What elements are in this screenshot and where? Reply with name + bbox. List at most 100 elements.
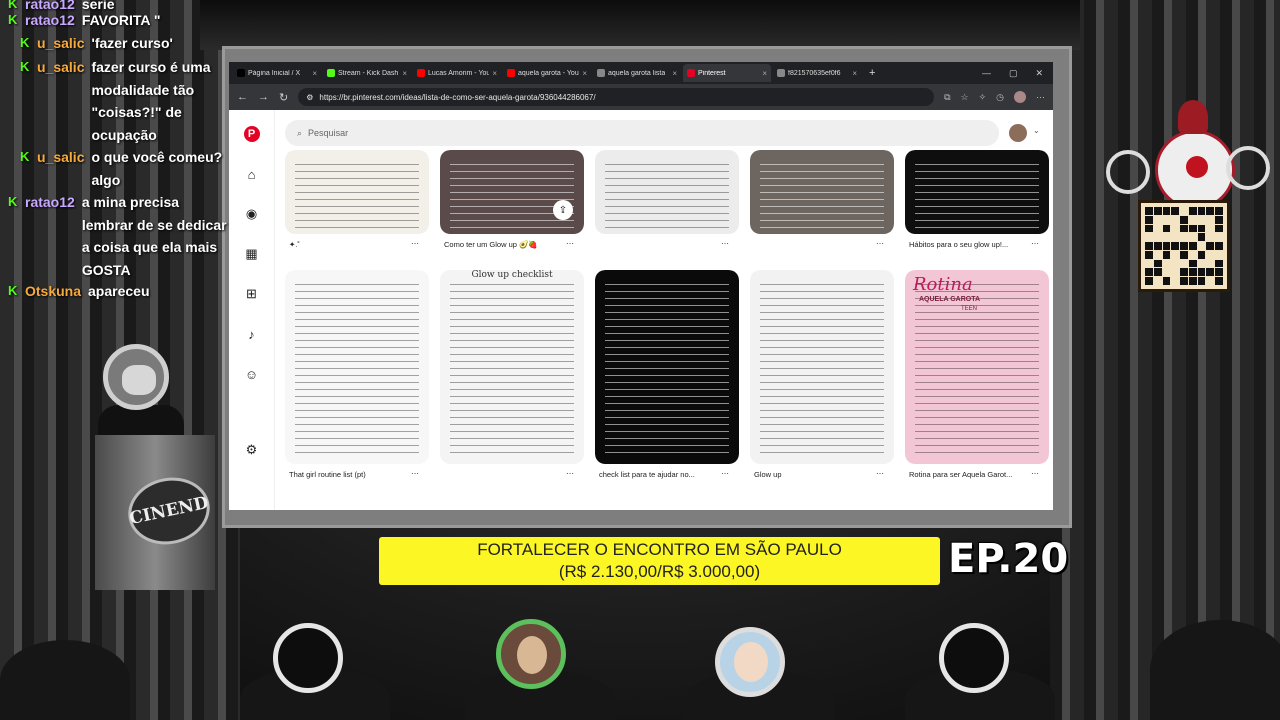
- home-icon[interactable]: ⌂: [244, 166, 260, 182]
- browser-tab[interactable]: f821570635ef0f6 ×: [773, 64, 861, 82]
- minimize-icon[interactable]: —: [982, 68, 991, 79]
- install-app-icon[interactable]: ⧉: [944, 92, 950, 103]
- maximize-icon[interactable]: ▢: [1009, 68, 1018, 79]
- address-bar: ← → ↻ ⚙ https://br.pinterest.com/ideas/l…: [229, 84, 1053, 110]
- pin-card[interactable]: [285, 270, 429, 464]
- pin-image[interactable]: [285, 270, 429, 464]
- search-input[interactable]: ⌕ Pesquisar: [285, 120, 999, 146]
- audience-silhouette: [1150, 620, 1280, 720]
- chat-username[interactable]: u_salic: [37, 32, 84, 55]
- pin-more-icon[interactable]: ⋯: [1031, 239, 1039, 248]
- pin-card[interactable]: [440, 150, 584, 234]
- search-icon: ⌕: [297, 127, 303, 138]
- pin-image[interactable]: [750, 150, 894, 234]
- pin-more-icon[interactable]: ⋯: [876, 239, 884, 248]
- viewer-seat: [496, 619, 566, 689]
- window-controls: — ▢ ✕: [982, 68, 1053, 79]
- pin-more-icon[interactable]: ⋯: [721, 239, 729, 248]
- pin-more-icon[interactable]: ⋯: [411, 239, 419, 248]
- pinterest-logo[interactable]: P: [243, 126, 260, 142]
- pin-card[interactable]: [905, 150, 1049, 234]
- pin-more-icon[interactable]: ⋯: [411, 469, 419, 478]
- pin-caption[interactable]: Como ter um Glow up 🥑🍓: [444, 240, 538, 249]
- pin-caption[interactable]: check list para te ajudar no...: [599, 470, 695, 479]
- pin-caption[interactable]: Hábitos para o seu glow up!...: [909, 240, 1008, 249]
- close-window-icon[interactable]: ✕: [1035, 68, 1043, 79]
- pin-caption[interactable]: Glow up: [754, 470, 782, 479]
- qr-code: [1138, 200, 1230, 292]
- chat-username[interactable]: u_salic: [37, 56, 84, 146]
- chat-username[interactable]: ratao12: [25, 191, 75, 281]
- url-field[interactable]: ⚙ https://br.pinterest.com/ideas/lista-d…: [298, 88, 935, 106]
- share-icon[interactable]: ⇪: [553, 200, 573, 220]
- close-tab-icon[interactable]: ×: [312, 69, 317, 78]
- forward-icon[interactable]: →: [258, 91, 269, 103]
- user-avatar[interactable]: [1009, 124, 1027, 142]
- settings-icon[interactable]: ⚙: [244, 442, 260, 458]
- close-tab-icon[interactable]: ×: [762, 69, 767, 78]
- pin-more-icon[interactable]: ⋯: [566, 469, 574, 478]
- browser-tab[interactable]: Página Inicial / X ×: [233, 64, 321, 82]
- pin-card[interactable]: Rotina AQUELA GAROTA TEEN: [905, 270, 1049, 464]
- tab-favicon-icon: [777, 69, 785, 77]
- chat-message: Ku_salic 'fazer curso': [20, 32, 240, 55]
- close-tab-icon[interactable]: ×: [582, 69, 587, 78]
- menu-icon[interactable]: ⋯: [1036, 92, 1045, 103]
- kick-badge-icon: K: [20, 59, 30, 74]
- chat-text: fazer curso é uma modalidade tão "coisas…: [91, 59, 211, 143]
- chat-username[interactable]: Otskuna: [25, 280, 81, 303]
- profile-avatar[interactable]: [1014, 91, 1026, 103]
- site-info-icon[interactable]: ⚙: [306, 93, 313, 102]
- pin-more-icon[interactable]: ⋯: [1031, 469, 1039, 478]
- boards-icon[interactable]: ▦: [244, 246, 260, 262]
- pin-more-icon[interactable]: ⋯: [566, 239, 574, 248]
- close-tab-icon[interactable]: ×: [492, 69, 497, 78]
- pin-image[interactable]: [595, 150, 739, 234]
- pin-image[interactable]: Rotina AQUELA GAROTA TEEN: [905, 270, 1049, 464]
- pin-more-icon[interactable]: ⋯: [721, 469, 729, 478]
- close-tab-icon[interactable]: ×: [852, 69, 857, 78]
- pin-more-icon[interactable]: ⋯: [876, 469, 884, 478]
- search-placeholder: Pesquisar: [308, 128, 349, 138]
- messages-icon[interactable]: ☺: [244, 366, 260, 382]
- chevron-down-icon[interactable]: ⌄: [1033, 126, 1040, 135]
- pin-card[interactable]: [595, 270, 739, 464]
- history-icon[interactable]: ◷: [996, 92, 1004, 103]
- pin-card[interactable]: [750, 270, 894, 464]
- notifications-icon[interactable]: ♪: [244, 326, 260, 342]
- close-tab-icon[interactable]: ×: [672, 69, 677, 78]
- chat-username[interactable]: u_salic: [37, 146, 84, 191]
- chat-username[interactable]: ratao12: [25, 9, 75, 32]
- browser-tab[interactable]: aquela garota - YouTube×: [503, 64, 591, 82]
- goal-title: FORTALECER O ENCONTRO EM SÃO PAULO: [477, 540, 842, 559]
- extensions-icon[interactable]: ✧: [979, 92, 987, 103]
- pin-card[interactable]: [750, 150, 894, 234]
- browser-tab[interactable]: aquela garota lista ×: [593, 64, 681, 82]
- new-tab-button[interactable]: +: [863, 67, 881, 79]
- pin-card[interactable]: [595, 150, 739, 234]
- create-icon[interactable]: ⊞: [244, 286, 260, 302]
- pin-image[interactable]: [440, 150, 584, 234]
- reload-icon[interactable]: ↻: [279, 91, 288, 104]
- tab-label: Stream - Kick Dash: [338, 69, 399, 77]
- tab-favicon-icon: [687, 69, 695, 77]
- browser-window: Página Inicial / X × Stream - Kick Dash × Lu…: [229, 62, 1053, 510]
- browser-tab[interactable]: Pinterest ×: [683, 64, 771, 82]
- pin-image[interactable]: [285, 150, 429, 234]
- browser-tab[interactable]: Stream - Kick Dash ×: [323, 64, 411, 82]
- pin-card[interactable]: Glow up checklist: [440, 270, 584, 464]
- bookmark-star-icon[interactable]: ☆: [961, 92, 969, 103]
- pin-card[interactable]: [285, 150, 429, 234]
- pin-caption[interactable]: Rotina para ser Aquela Garot...: [909, 470, 1012, 479]
- pin-caption[interactable]: ✦.˚: [289, 240, 300, 249]
- close-tab-icon[interactable]: ×: [402, 69, 407, 78]
- goal-ticker: FORTALECER O ENCONTRO EM SÃO PAULO (R$ 2…: [379, 537, 940, 585]
- pin-image[interactable]: [905, 150, 1049, 234]
- explore-icon[interactable]: ◉: [244, 206, 260, 222]
- pin-image[interactable]: [750, 270, 894, 464]
- tab-label: aquela garota lista: [608, 69, 666, 77]
- pin-image[interactable]: [595, 270, 739, 464]
- pin-caption[interactable]: That girl routine list (pt): [289, 470, 366, 479]
- pin-image[interactable]: Glow up checklist: [440, 270, 584, 464]
- browser-tab[interactable]: Lucas Amorim - YouTube×: [413, 64, 501, 82]
